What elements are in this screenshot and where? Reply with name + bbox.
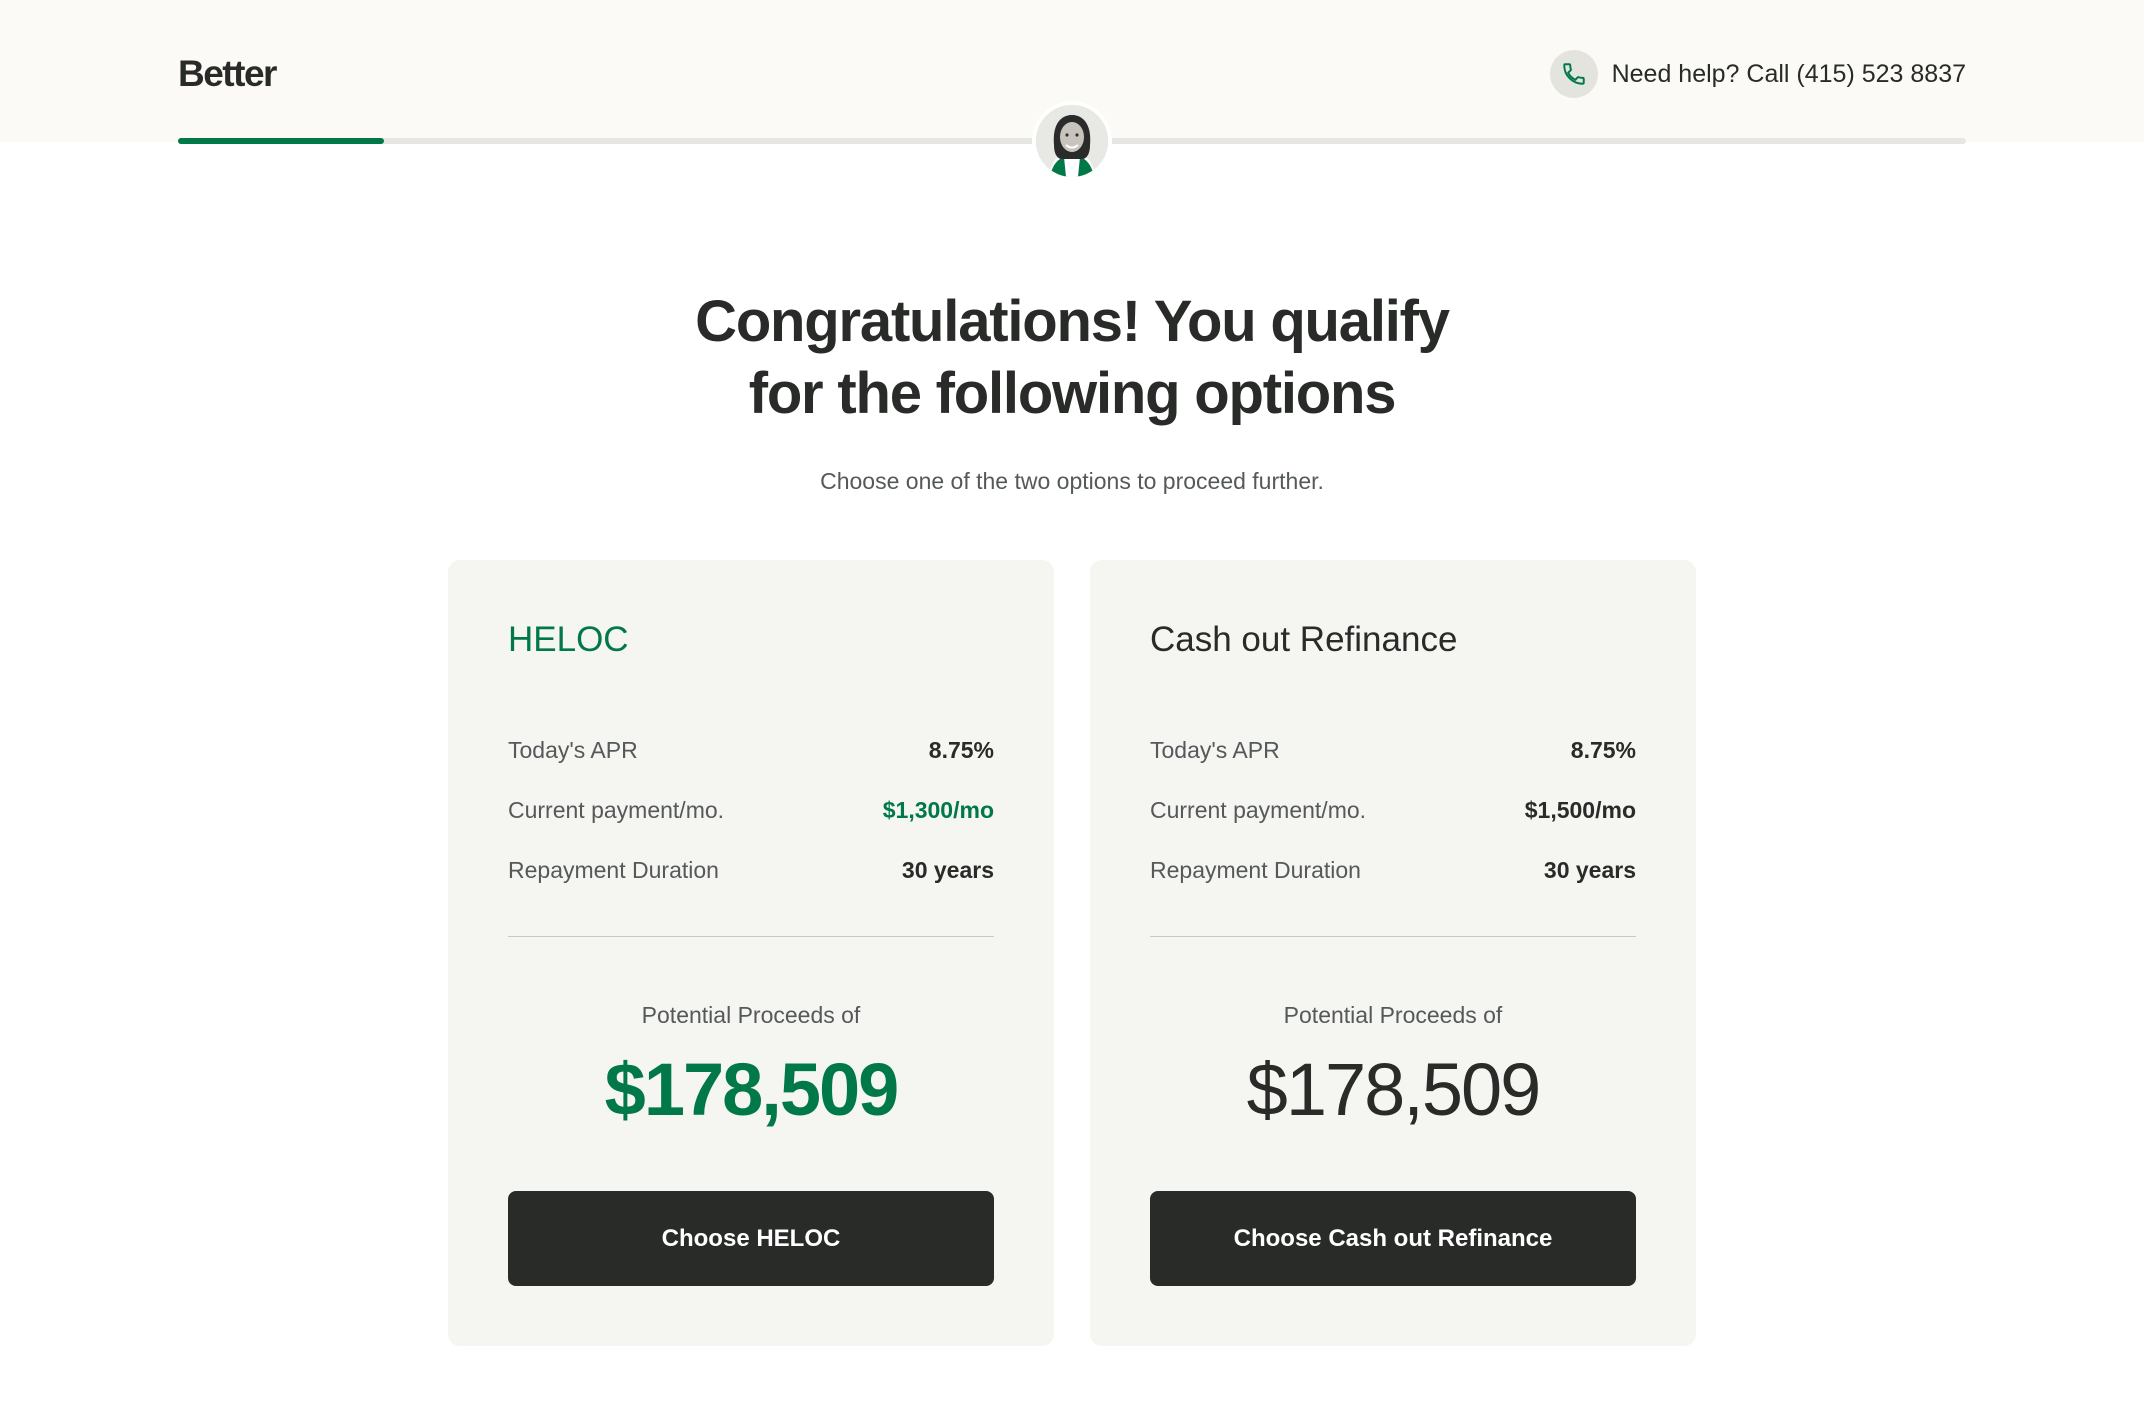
heloc-details: Today's APR 8.75% Current payment/mo. $1… [508, 720, 994, 900]
page-title: Congratulations! You qualify for the fol… [0, 286, 2144, 430]
proceeds-label: Potential Proceeds of [1283, 1002, 1503, 1028]
apr-row: Today's APR 8.75% [508, 720, 994, 780]
apr-label: Today's APR [508, 736, 638, 763]
duration-value: 30 years [901, 856, 994, 883]
choose-cash-out-refinance-button[interactable]: Choose Cash out Refinance [1150, 1191, 1636, 1286]
payment-value: $1,500/mo [1524, 796, 1636, 823]
divider [508, 936, 994, 937]
page-title-line-1: Congratulations! You qualify [695, 289, 1450, 354]
heloc-title: HELOC [508, 620, 629, 659]
proceeds-value: $178,509 [1246, 1048, 1542, 1131]
apr-value: 8.75% [1570, 736, 1636, 763]
divider [1150, 936, 1636, 937]
cash-out-refinance-option-card: Cash out Refinance Today's APR 8.75% Cur… [1090, 560, 1696, 1346]
duration-row: Repayment Duration 30 years [508, 840, 994, 900]
duration-row: Repayment Duration 30 years [1150, 840, 1636, 900]
cash-out-refinance-title: Cash out Refinance [1150, 620, 1458, 659]
page-title-line-2: for the following options [748, 361, 1397, 426]
agent-avatar [1032, 101, 1112, 181]
apr-row: Today's APR 8.75% [1150, 720, 1636, 780]
proceeds-value: $178,509 [604, 1048, 900, 1131]
payment-label: Current payment/mo. [508, 796, 725, 823]
duration-label: Repayment Duration [508, 856, 719, 883]
choose-heloc-button[interactable]: Choose HELOC [508, 1191, 994, 1286]
cash-out-refinance-details: Today's APR 8.75% Current payment/mo. $1… [1150, 720, 1636, 900]
duration-value: 30 years [1543, 856, 1636, 883]
apr-value: 8.75% [928, 736, 994, 763]
payment-value: $1,300/mo [882, 796, 994, 823]
proceeds-label: Potential Proceeds of [641, 1002, 861, 1028]
heloc-option-card: HELOC Today's APR 8.75% Current payment/… [448, 560, 1054, 1346]
help-phone-text[interactable]: Need help? Call (415) 523 8837 [1612, 60, 1966, 89]
payment-row: Current payment/mo. $1,500/mo [1150, 780, 1636, 840]
progress-bar-fill [178, 138, 384, 144]
duration-label: Repayment Duration [1150, 856, 1361, 883]
payment-row: Current payment/mo. $1,300/mo [508, 780, 994, 840]
payment-label: Current payment/mo. [1150, 796, 1367, 823]
better-logo[interactable]: Better [178, 50, 277, 98]
page: Better Need help? Call (415) 523 8837 Co… [0, 0, 2144, 1405]
phone-icon[interactable] [1549, 50, 1598, 98]
help-contact[interactable]: Need help? Call (415) 523 8837 [1549, 50, 1966, 98]
page-subtitle: Choose one of the two options to proceed… [820, 468, 1324, 494]
apr-label: Today's APR [1150, 736, 1280, 763]
